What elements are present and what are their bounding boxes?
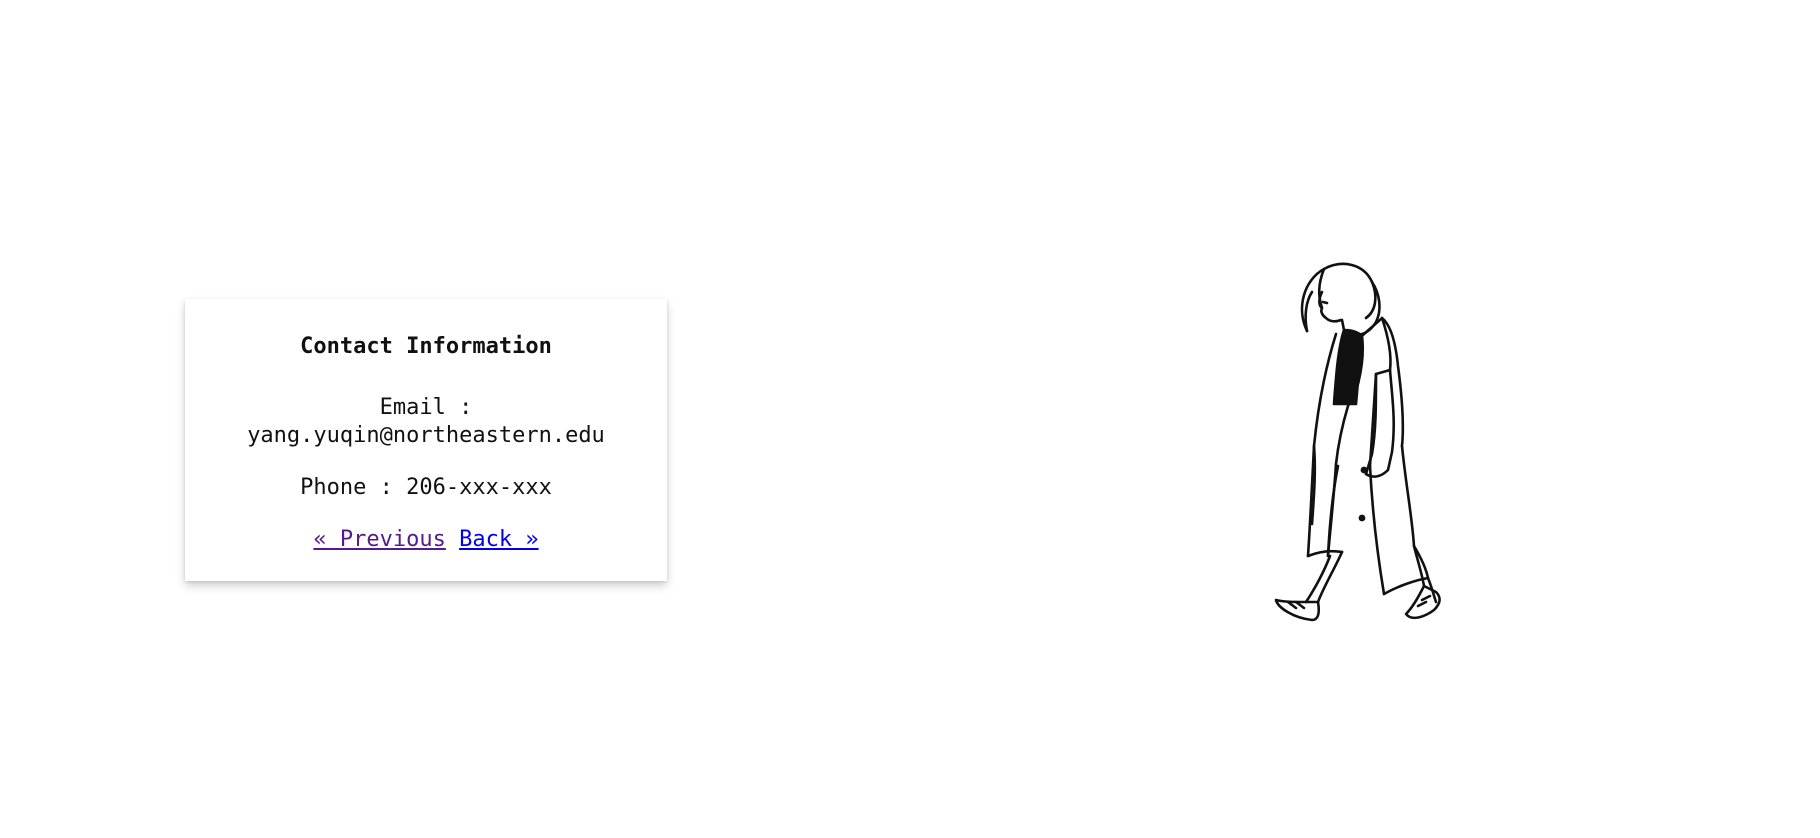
email-info: Email : yang.yuqin@northeastern.edu: [185, 394, 667, 450]
previous-link[interactable]: « Previous: [313, 527, 445, 552]
card-navigation: « Previous Back »: [185, 526, 667, 554]
contact-card: Contact Information Email : yang.yuqin@n…: [185, 299, 667, 581]
phone-info: Phone : 206-xxx-xxx: [300, 475, 552, 500]
contact-title: Contact Information: [300, 334, 552, 359]
back-link[interactable]: Back »: [459, 527, 538, 552]
page: Contact Information Email : yang.yuqin@n…: [0, 0, 1820, 838]
walking-woman-illustration: [1274, 262, 1441, 622]
email-value: yang.yuqin@northeastern.edu: [247, 423, 605, 448]
email-label: Email :: [379, 395, 473, 420]
